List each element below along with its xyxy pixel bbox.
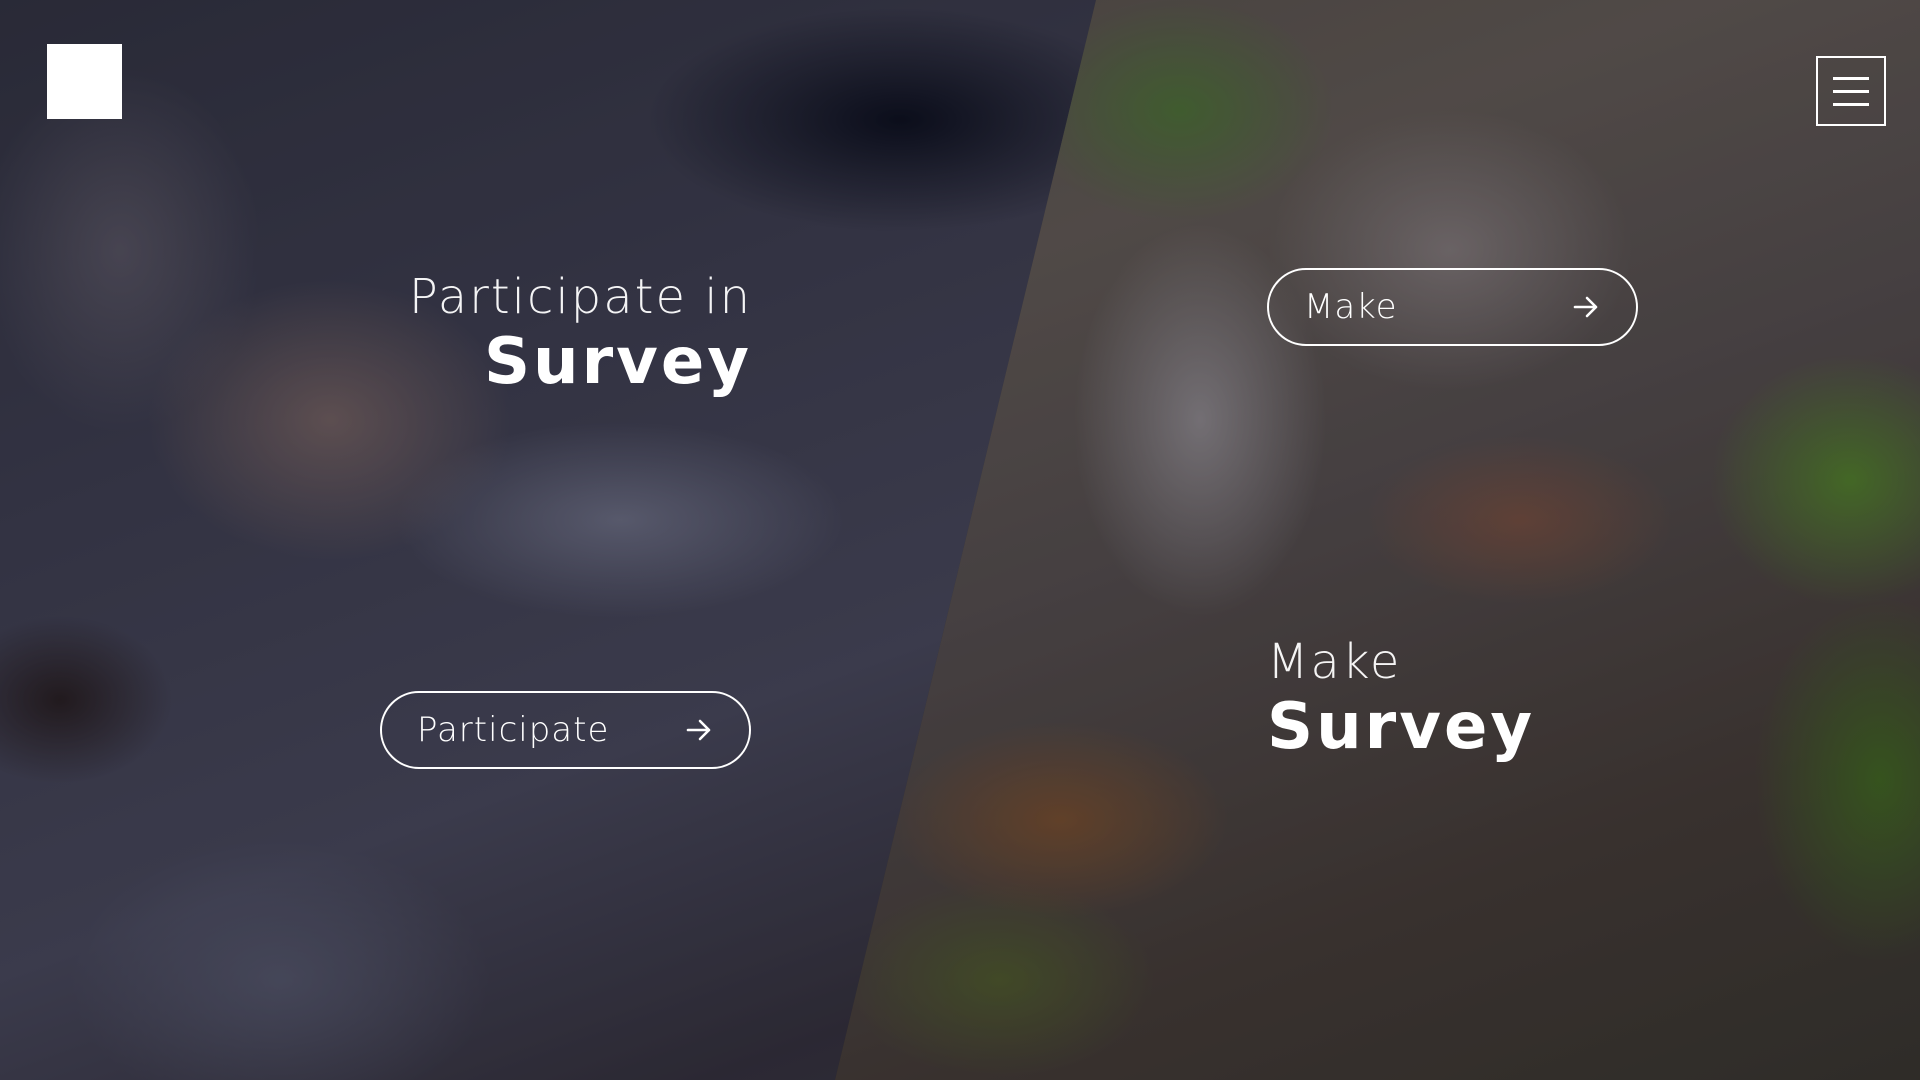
arrow-right-icon (686, 719, 711, 741)
menu-line-bottom (1833, 102, 1869, 106)
make-button[interactable]: Make (1267, 268, 1638, 346)
make-button-label: Make (1304, 287, 1398, 327)
landing-page: Participate in Survey Participate Make M… (0, 0, 1920, 1080)
participate-heading-bold: Survey (483, 325, 752, 399)
menu-line-top (1833, 76, 1869, 80)
participate-heading: Participate in Survey (409, 268, 752, 398)
logo[interactable] (47, 44, 122, 119)
make-heading-light: Make (1267, 634, 1402, 690)
menu-line-middle (1833, 89, 1869, 93)
make-heading: Make Survey (1267, 633, 1535, 763)
participate-button-label: Participate (417, 710, 610, 750)
participate-button[interactable]: Participate (380, 691, 751, 769)
participate-heading-light: Participate in (408, 269, 752, 325)
make-heading-bold: Survey (1267, 690, 1536, 764)
hamburger-menu-icon[interactable] (1816, 56, 1886, 126)
arrow-right-icon (1573, 296, 1598, 318)
